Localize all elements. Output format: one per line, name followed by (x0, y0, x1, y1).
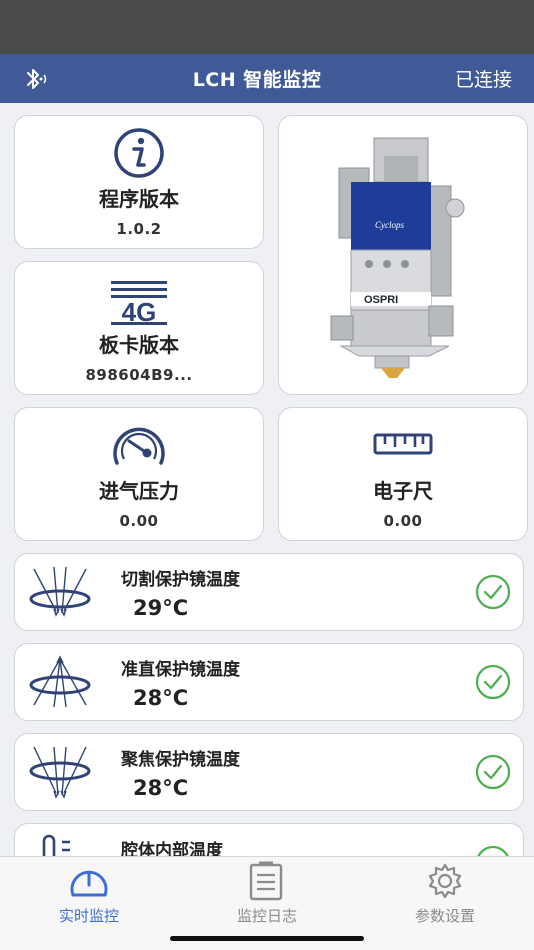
firmware-version-title: 程序版本 (99, 186, 179, 211)
check-circle-icon (477, 845, 509, 856)
check-circle-icon (475, 664, 511, 700)
sensor-label: 腔体内部温度 (121, 841, 223, 856)
firmware-version-card[interactable]: 程序版本 1.0.2 (14, 115, 264, 249)
sensor-value: 29°C (133, 595, 189, 620)
monitor-gauge-icon (70, 870, 108, 897)
focusing-lens-icon (29, 746, 91, 799)
electronic-ruler-title: 电子尺 (373, 478, 433, 503)
status-bar (0, 0, 534, 54)
svg-text:4G: 4G (122, 297, 157, 325)
gear-icon (428, 863, 462, 899)
board-version-title: 板卡版本 (99, 332, 179, 357)
dashboard: 程序版本 1.0.2 4G 板卡版本 898604B9... Cyclops O… (0, 103, 534, 856)
product-image-card: Cyclops OSPRI (278, 115, 528, 395)
electronic-ruler-value: 0.00 (383, 511, 423, 530)
chamber-temp-row[interactable]: 腔体内部温度 (14, 823, 524, 856)
inlet-pressure-card[interactable]: 进气压力 0.00 (14, 407, 264, 541)
tab-label: 参数设置 (414, 907, 475, 925)
collimating-lens-icon (29, 655, 91, 708)
nav-bar: LCH 智能监控 已连接 (0, 54, 534, 103)
page-title: LCH 智能监控 (192, 69, 322, 91)
check-circle-icon (475, 574, 511, 610)
tab-parameter-settings[interactable]: 参数设置 (356, 857, 534, 950)
board-version-card[interactable]: 4G 板卡版本 898604B9... (14, 261, 264, 395)
product-brand-text: Cyclops (375, 220, 404, 230)
tab-realtime-monitor[interactable]: 实时监控 (0, 857, 178, 950)
firmware-version-value: 1.0.2 (116, 219, 162, 238)
gauge-icon (113, 427, 165, 465)
sensor-label: 切割保护镜温度 (121, 569, 240, 590)
sensor-value: 28°C (133, 775, 189, 800)
inlet-pressure-title: 进气压力 (99, 478, 179, 503)
product-logo-text: OSPRI (364, 294, 398, 306)
board-version-value: 898604B9... (85, 365, 193, 384)
electronic-ruler-card[interactable]: 电子尺 0.00 (278, 407, 528, 541)
laser-head-image: Cyclops OSPRI (330, 137, 465, 378)
thermometer-icon (42, 834, 70, 856)
focusing-lens-temp-row[interactable]: 聚焦保护镜温度 28°C (14, 733, 524, 811)
cutting-lens-icon (29, 566, 91, 617)
bluetooth-button[interactable] (0, 66, 80, 92)
collimating-lens-temp-row[interactable]: 准直保护镜温度 28°C (14, 643, 524, 721)
log-icon (249, 861, 283, 901)
4g-icon: 4G (111, 280, 167, 325)
bluetooth-icon (27, 68, 47, 89)
sensor-label: 聚焦保护镜温度 (121, 749, 240, 770)
cutting-lens-temp-row[interactable]: 切割保护镜温度 29°C (14, 553, 524, 631)
sensor-label: 准直保护镜温度 (121, 659, 240, 680)
connection-status[interactable]: 已连接 (434, 65, 534, 92)
check-circle-icon (475, 754, 511, 790)
sensor-value: 28°C (133, 685, 189, 710)
inlet-pressure-value: 0.00 (119, 511, 159, 530)
info-icon (114, 127, 164, 178)
tab-label: 监控日志 (236, 907, 297, 925)
ruler-icon (373, 433, 433, 454)
home-indicator (170, 936, 364, 941)
tab-label: 实时监控 (58, 907, 119, 925)
